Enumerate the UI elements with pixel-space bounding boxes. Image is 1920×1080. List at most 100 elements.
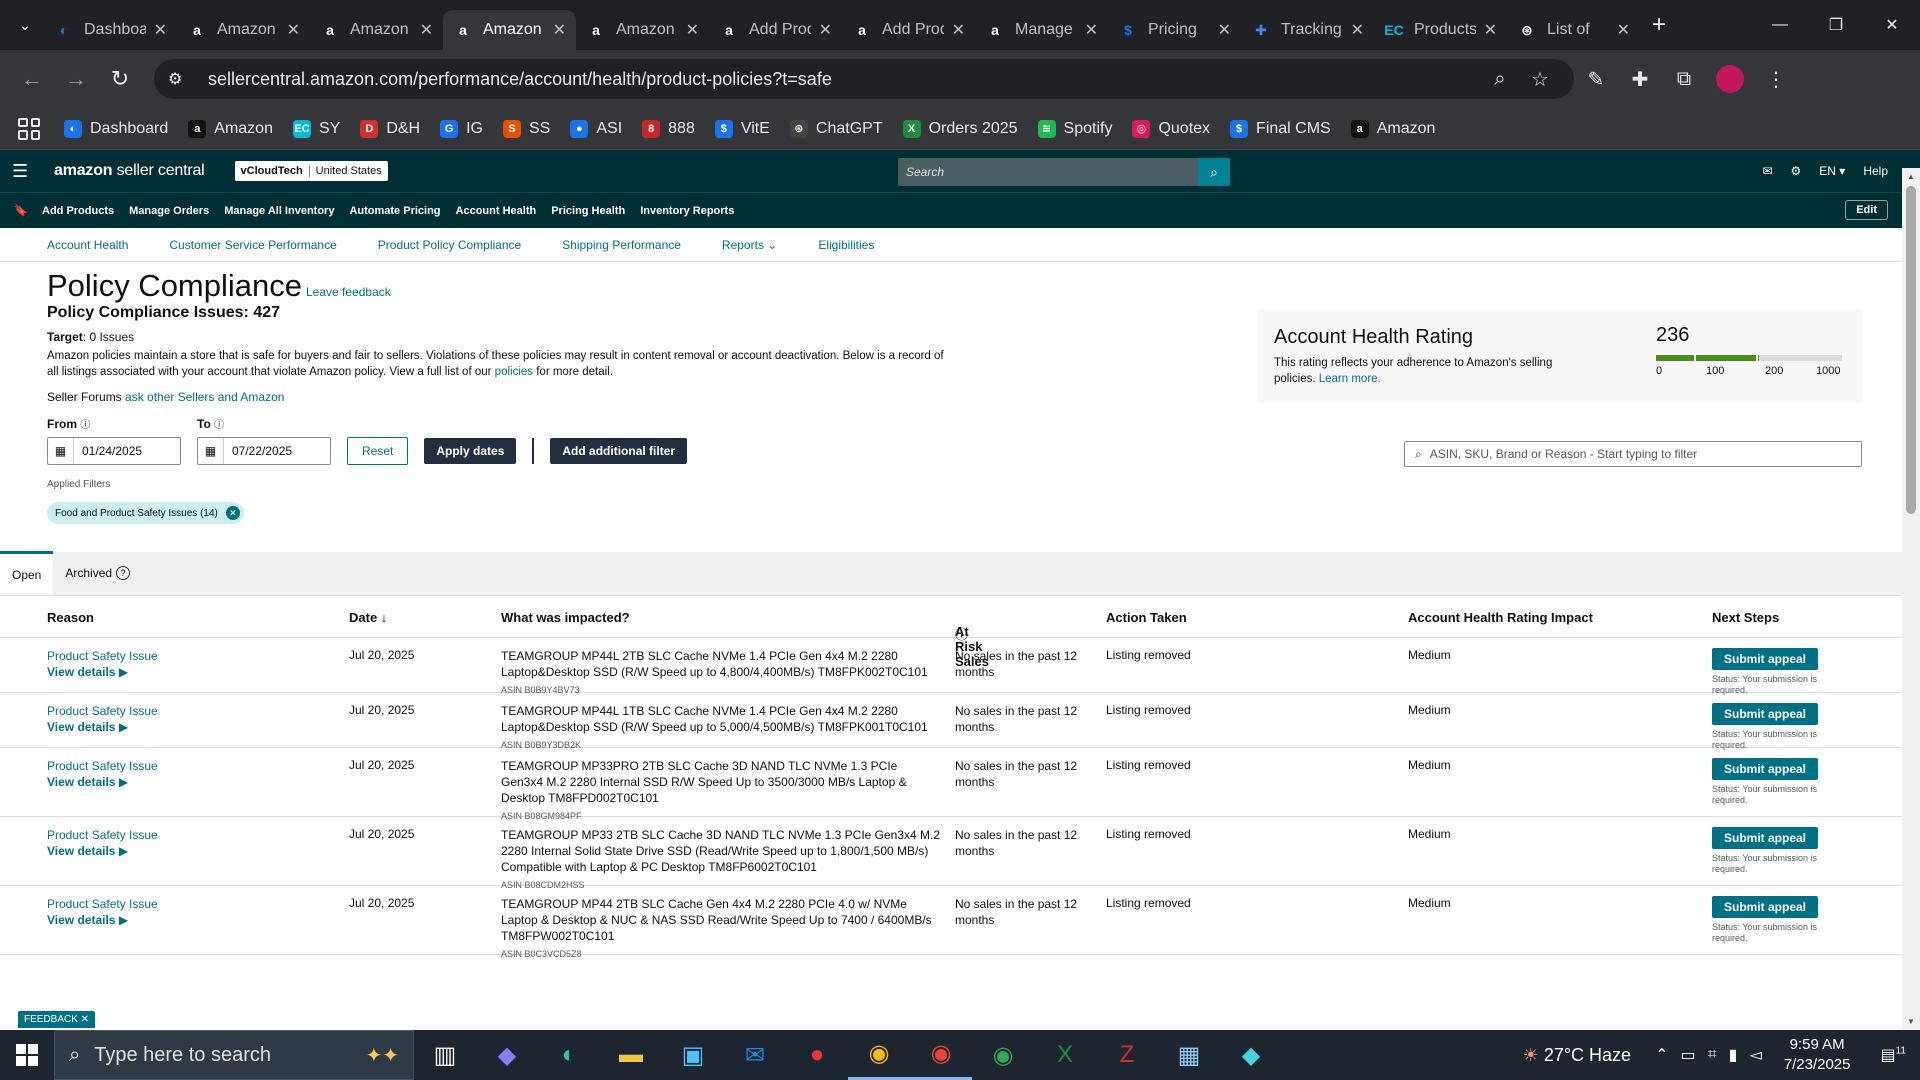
bookmark-item[interactable]: $ Final CMS bbox=[1230, 119, 1331, 138]
remove-filter-icon[interactable]: ✕ bbox=[225, 506, 240, 520]
to-date-input[interactable]: ▦ 07/22/2025 bbox=[197, 437, 331, 465]
url-text[interactable]: sellercentral.amazon.com/performance/acc… bbox=[208, 69, 1480, 90]
nav-item[interactable]: Manage Orders bbox=[129, 205, 209, 217]
close-tab-icon[interactable]: ✕ bbox=[287, 20, 300, 40]
profile-avatar[interactable] bbox=[1716, 65, 1744, 93]
header-search-button[interactable]: ⌕ bbox=[1198, 158, 1230, 186]
extension-cross-icon[interactable]: ✚ bbox=[1618, 59, 1662, 99]
bookmark-pin-icon[interactable]: 🔖 bbox=[14, 204, 42, 217]
chrome-profile-icon[interactable]: ◉ bbox=[910, 1030, 972, 1080]
nav-item[interactable]: Pricing Health bbox=[551, 205, 625, 217]
scroll-down-icon[interactable]: ▼ bbox=[1907, 1017, 1915, 1026]
bookmark-item[interactable]: 8 888 bbox=[642, 119, 695, 138]
submit-appeal-button[interactable]: Submit appeal bbox=[1712, 703, 1819, 725]
close-window-button[interactable]: ✕ bbox=[1864, 0, 1920, 50]
nav-item[interactable]: Automate Pricing bbox=[349, 205, 440, 217]
outlook-icon[interactable]: ✉ bbox=[724, 1030, 786, 1080]
close-tab-icon[interactable]: ✕ bbox=[819, 20, 832, 40]
app-diamond-icon[interactable]: ◆ bbox=[1220, 1030, 1282, 1080]
browser-tab[interactable]: $ Pricing ✕ bbox=[1108, 10, 1241, 50]
close-tab-icon[interactable]: ✕ bbox=[1218, 20, 1231, 40]
add-filter-button[interactable]: Add additional filter bbox=[550, 438, 688, 464]
reason-link[interactable]: Product Safety Issue bbox=[47, 648, 158, 664]
reason-link[interactable]: Product Safety Issue bbox=[47, 758, 158, 774]
chrome-alt-icon[interactable]: ◉ bbox=[972, 1030, 1034, 1080]
scroll-up-icon[interactable]: ▲ bbox=[1907, 172, 1915, 181]
bookmark-item[interactable]: a Amazon bbox=[1350, 119, 1435, 138]
network-icon[interactable]: ▭ bbox=[1680, 1045, 1695, 1065]
minimize-button[interactable]: — bbox=[1752, 0, 1808, 50]
task-view-icon[interactable]: ▥ bbox=[414, 1030, 476, 1080]
bookmark-item[interactable]: ≋ Spotify bbox=[1037, 119, 1112, 138]
leave-feedback-link[interactable]: Leave feedback bbox=[306, 285, 391, 299]
reason-link[interactable]: Product Safety Issue bbox=[47, 703, 158, 719]
calendar-icon[interactable]: ▦ bbox=[198, 438, 224, 464]
browser-tab[interactable]: a Amazon ✕ bbox=[576, 10, 709, 50]
edge-icon[interactable]: ◐ bbox=[538, 1030, 600, 1080]
usb-icon[interactable]: ⌗ bbox=[1708, 1046, 1717, 1064]
scrollbar-thumb[interactable] bbox=[1906, 186, 1916, 514]
nav-item[interactable]: Add Products bbox=[42, 205, 114, 217]
subnav-item[interactable]: Product Policy Compliance bbox=[378, 238, 521, 252]
view-details-link[interactable]: View details ▶ bbox=[47, 843, 158, 859]
file-explorer-icon[interactable]: ▬ bbox=[600, 1030, 662, 1080]
learn-more-link[interactable]: Learn more. bbox=[1319, 373, 1381, 385]
filezilla-icon[interactable]: Z bbox=[1096, 1030, 1158, 1080]
subnav-item[interactable]: Reports ⌄ bbox=[722, 238, 777, 252]
close-tab-icon[interactable]: ✕ bbox=[1085, 20, 1098, 40]
browser-tab[interactable]: a Amazon ✕ bbox=[310, 10, 443, 50]
browser-tab[interactable]: a Manage ✕ bbox=[975, 10, 1108, 50]
subnav-item[interactable]: Customer Service Performance bbox=[169, 238, 336, 252]
close-tab-icon[interactable]: ✕ bbox=[553, 20, 566, 40]
forward-button[interactable]: → bbox=[56, 59, 96, 99]
browser-tab[interactable]: ◐ Dashboard ✕ bbox=[44, 10, 177, 50]
feedback-tab[interactable]: FEEDBACK ✕ bbox=[18, 1011, 96, 1028]
page-scrollbar[interactable]: ▲ ▼ bbox=[1902, 168, 1920, 1030]
weather-widget[interactable]: ☀ 27°C Haze bbox=[1523, 1045, 1631, 1066]
reason-link[interactable]: Product Safety Issue bbox=[47, 827, 158, 843]
system-clock[interactable]: 9:59 AM 7/23/2025 bbox=[1784, 1035, 1851, 1075]
bookmark-item[interactable]: ◎ Quotex bbox=[1132, 119, 1210, 138]
back-button[interactable]: ← bbox=[12, 59, 52, 99]
browser-tab[interactable]: a Amazon ✕ bbox=[177, 10, 310, 50]
info-icon[interactable]: ⓘ bbox=[80, 420, 90, 431]
address-bar[interactable]: ⚙ sellercentral.amazon.com/performance/a… bbox=[154, 59, 1574, 99]
bookmark-item[interactable]: EC SY bbox=[292, 119, 340, 138]
zoom-icon[interactable]: ⌕ bbox=[1480, 68, 1520, 91]
calculator-icon[interactable]: ▦ bbox=[1158, 1030, 1220, 1080]
browser-tab[interactable]: a Add Products ✕ bbox=[709, 10, 842, 50]
bookmark-item[interactable]: ⊛ ChatGPT bbox=[789, 119, 883, 138]
zoho-icon[interactable]: ● bbox=[786, 1030, 848, 1080]
nav-item[interactable]: Account Health bbox=[456, 205, 537, 217]
hamburger-menu-icon[interactable]: ☰ bbox=[12, 161, 42, 182]
apps-grid-icon[interactable] bbox=[18, 117, 40, 140]
chrome-menu-icon[interactable]: ⋮ bbox=[1754, 59, 1798, 99]
copilot-icon[interactable]: ◆ bbox=[476, 1030, 538, 1080]
col-date[interactable]: Date ↓ bbox=[349, 610, 387, 625]
bookmark-item[interactable]: D D&H bbox=[360, 119, 420, 138]
tab-open[interactable]: Open bbox=[0, 551, 54, 595]
mail-icon[interactable]: ✉ bbox=[1762, 164, 1772, 178]
view-details-link[interactable]: View details ▶ bbox=[47, 774, 158, 790]
close-tab-icon[interactable]: ✕ bbox=[1617, 20, 1630, 40]
bookmark-item[interactable]: ● ASI bbox=[570, 119, 622, 138]
nav-item[interactable]: Inventory Reports bbox=[640, 205, 734, 217]
excel-icon[interactable]: X bbox=[1034, 1030, 1096, 1080]
volume-icon[interactable]: ◅ bbox=[1749, 1045, 1761, 1065]
apply-dates-button[interactable]: Apply dates bbox=[424, 438, 517, 464]
from-date-input[interactable]: ▦ 01/24/2025 bbox=[47, 437, 181, 465]
col-impact[interactable]: Account Health Rating Impact bbox=[1408, 610, 1593, 625]
restore-button[interactable]: ❐ bbox=[1808, 0, 1864, 50]
settings-gear-icon[interactable]: ⚙ bbox=[1791, 164, 1802, 178]
close-tab-icon[interactable]: ✕ bbox=[154, 20, 167, 40]
language-selector[interactable]: EN ▾ bbox=[1819, 164, 1845, 178]
seller-forums-link[interactable]: ask other Sellers and Amazon bbox=[125, 390, 284, 404]
account-switcher[interactable]: vCloudTech United States bbox=[234, 161, 388, 181]
info-icon[interactable]: ⓘ bbox=[214, 420, 224, 431]
chevron-up-icon[interactable]: ⌃ bbox=[1655, 1045, 1668, 1065]
bookmark-item[interactable]: G IG bbox=[440, 119, 483, 138]
calendar-icon[interactable]: ▦ bbox=[48, 438, 74, 464]
tab-archived[interactable]: Archived? bbox=[53, 551, 142, 595]
close-tab-icon[interactable]: ✕ bbox=[686, 20, 699, 40]
start-button[interactable] bbox=[0, 1030, 54, 1080]
